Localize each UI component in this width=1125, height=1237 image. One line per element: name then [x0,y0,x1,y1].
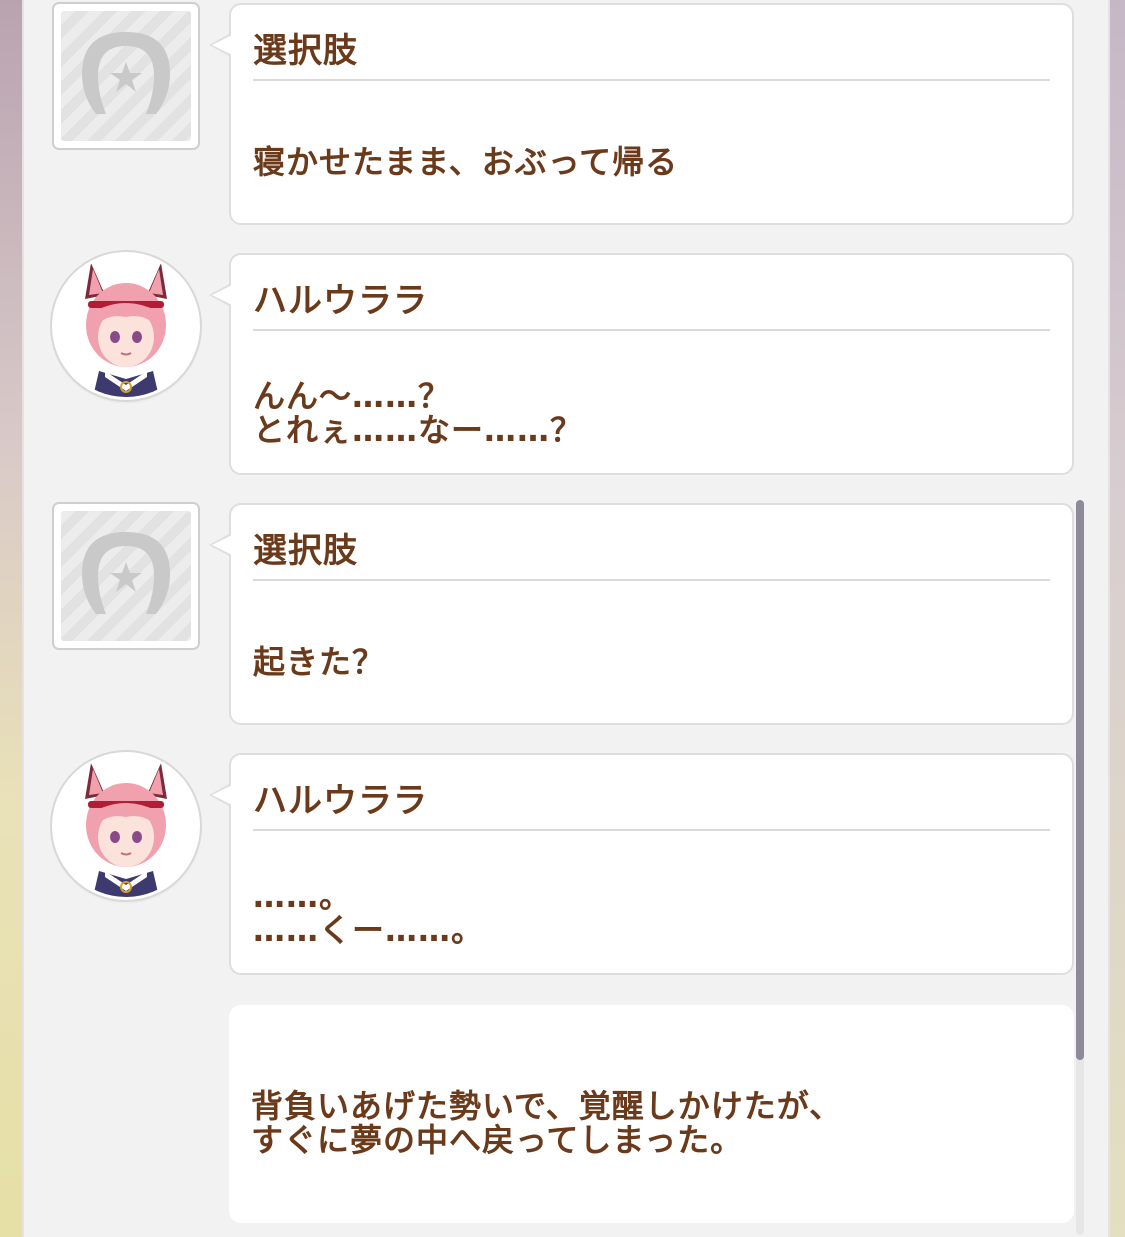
speaker-name: 選択肢 [253,531,358,571]
character-avatar [52,752,200,900]
message-line: ……くー……。 [253,911,485,949]
horseshoe-star-icon [82,532,170,614]
background-left [0,0,22,1237]
haru-urara-portrait [55,755,197,897]
message-line: 寝かせたまま、おぶって帰る [253,143,679,181]
divider [253,79,1050,81]
message-line: とれぇ……なー……？ [253,411,584,449]
scrollbar-thumb[interactable] [1076,500,1084,1060]
message-bubble: 選択肢 起きた？ [209,503,1074,725]
speaker-name: ハルウララ [253,781,428,821]
character-avatar [52,252,200,400]
speaker-name: 選択肢 [253,31,358,71]
haru-urara-portrait [55,255,197,397]
narration-box: 背負いあげた勢いで、覚醒しかけたが、 すぐに夢の中へ戻ってしまった。 [229,1005,1074,1223]
log-panel[interactable]: 選択肢 寝かせたまま、おぶって帰る ハルウララ んん～……？ とれぇ……なー……… [22,0,1110,1237]
narration-line: すぐに夢の中へ戻ってしまった。 [251,1121,744,1159]
divider [253,579,1050,581]
horseshoe-star-icon [82,32,170,114]
message-bubble: ハルウララ ……。 ……くー……。 [209,753,1074,975]
message-line: 起きた？ [253,643,386,681]
background-right [1110,0,1125,1237]
divider [253,829,1050,831]
speaker-name: ハルウララ [253,281,428,321]
choice-avatar [52,502,200,650]
choice-avatar [52,2,200,150]
message-bubble: 選択肢 寝かせたまま、おぶって帰る [209,3,1074,225]
divider [253,329,1050,331]
message-bubble: ハルウララ んん～……？ とれぇ……なー……？ [209,253,1074,475]
